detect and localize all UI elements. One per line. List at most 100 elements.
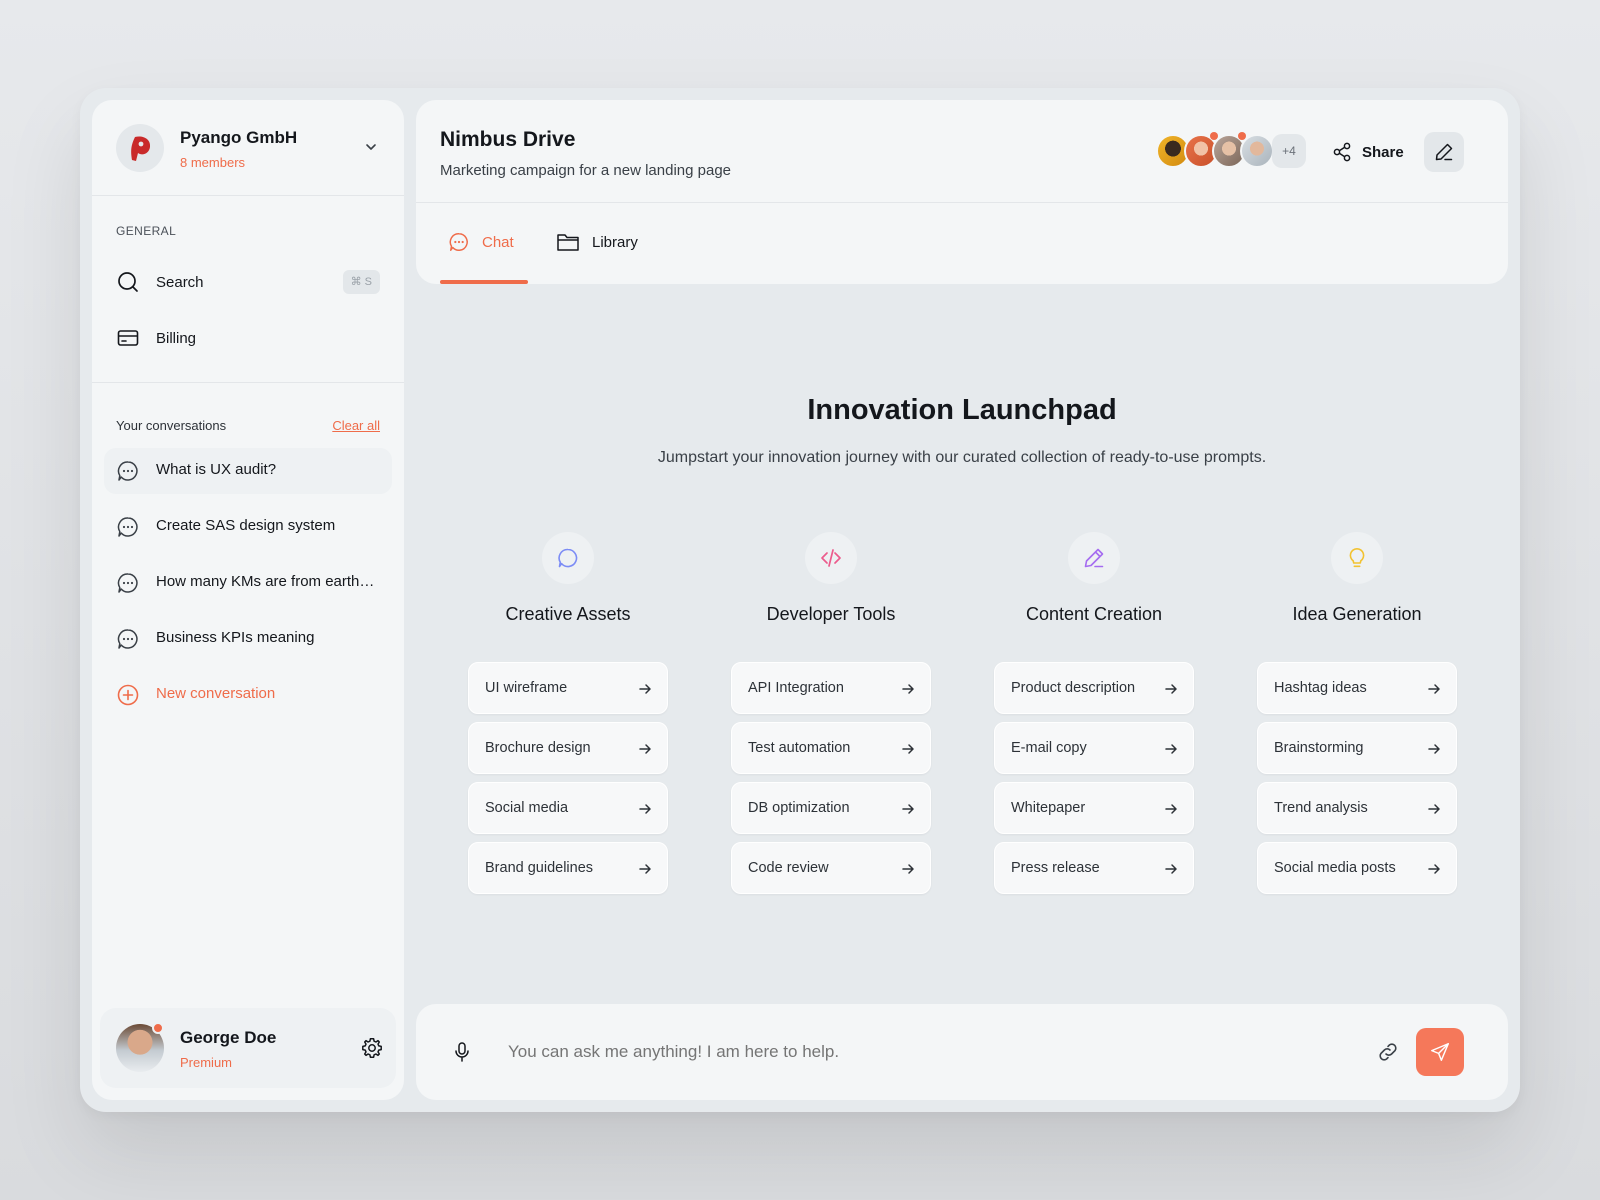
message-composer: [416, 1004, 1508, 1100]
conversation-item[interactable]: How many KMs are from earth t...: [104, 560, 392, 606]
user-profile-card[interactable]: George Doe Premium: [100, 1008, 396, 1088]
tab-library[interactable]: Library: [556, 226, 638, 258]
prompt-button[interactable]: Trend analysis: [1257, 782, 1457, 834]
tab-label: Library: [592, 233, 638, 251]
prompt-button[interactable]: Brand guidelines: [468, 842, 668, 894]
conversation-label: Business KPIs meaning: [156, 629, 315, 646]
lightbulb-icon: [1331, 532, 1383, 584]
section-label-general: GENERAL: [116, 224, 177, 238]
gear-icon[interactable]: [360, 1036, 384, 1060]
prompt-label: Press release: [1011, 860, 1100, 876]
new-conversation-label: New conversation: [156, 685, 276, 702]
category-title: Idea Generation: [1292, 604, 1422, 624]
prompt-button[interactable]: Press release: [994, 842, 1194, 894]
arrow-right-icon: [902, 744, 914, 754]
prompt-button[interactable]: UI wireframe: [468, 662, 668, 714]
prompt-button[interactable]: Social media posts: [1257, 842, 1457, 894]
conversation-item[interactable]: Business KPIs meaning: [104, 616, 392, 662]
prompt-label: Product description: [1011, 680, 1136, 696]
arrow-right-icon: [902, 864, 914, 874]
conversation-item[interactable]: What is UX audit?: [104, 448, 392, 494]
user-plan-badge: Premium: [180, 1055, 233, 1070]
new-conversation-button[interactable]: New conversation: [104, 672, 392, 718]
arrow-right-icon: [1428, 684, 1440, 694]
arrow-right-icon: [639, 804, 651, 814]
prompt-label: UI wireframe: [485, 680, 568, 696]
arrow-right-icon: [1165, 684, 1177, 694]
prompt-button[interactable]: E-mail copy: [994, 722, 1194, 774]
arrow-right-icon: [1428, 804, 1440, 814]
link-icon[interactable]: [1376, 1040, 1400, 1064]
arrow-right-icon: [902, 804, 914, 814]
tab-label: Chat: [482, 233, 514, 251]
edit-button[interactable]: [1424, 132, 1464, 172]
category-title: Content Creation: [1025, 604, 1163, 624]
prompt-button[interactable]: Brainstorming: [1257, 722, 1457, 774]
prompt-button[interactable]: Hashtag ideas: [1257, 662, 1457, 714]
send-button[interactable]: [1416, 1028, 1464, 1076]
arrow-right-icon: [1428, 744, 1440, 754]
prompt-button[interactable]: Test automation: [731, 722, 931, 774]
prompt-label: Social media: [485, 800, 569, 816]
sidebar-item-label: Search: [156, 273, 204, 291]
arrow-right-icon: [639, 744, 651, 754]
prompt-button[interactable]: Social media: [468, 782, 668, 834]
prompt-button[interactable]: DB optimization: [731, 782, 931, 834]
share-label: Share: [1362, 143, 1404, 161]
launchpad-subtitle: Jumpstart your innovation journey with o…: [657, 449, 1267, 466]
shortcut-badge: ⌘ S: [342, 270, 380, 294]
arrow-right-icon: [1165, 864, 1177, 874]
member-avatars[interactable]: +4: [1156, 132, 1306, 168]
arrow-right-icon: [1428, 864, 1440, 874]
prompt-label: Code review: [748, 860, 829, 876]
org-logo: [116, 124, 164, 172]
chat-bubble-icon: [542, 532, 594, 584]
prompt-label: Brand guidelines: [485, 860, 594, 876]
send-icon: [1431, 1043, 1449, 1061]
share-button[interactable]: Share: [1332, 138, 1404, 166]
prompt-button[interactable]: Product description: [994, 662, 1194, 714]
divider: [416, 202, 1508, 203]
microphone-icon[interactable]: [450, 1040, 474, 1064]
folder-icon: [557, 234, 579, 251]
org-switcher[interactable]: Pyango GmbH 8 members: [92, 100, 404, 196]
pencil-icon: [1435, 143, 1453, 161]
active-tab-indicator: [440, 280, 528, 284]
sidebar-item-billing[interactable]: Billing: [104, 316, 392, 360]
prompt-label: DB optimization: [748, 800, 850, 816]
category-title: Developer Tools: [766, 604, 896, 624]
prompt-button[interactable]: API Integration: [731, 662, 931, 714]
sidebar: Pyango GmbH 8 members GENERAL Search ⌘ S…: [92, 100, 404, 1100]
clear-all-link[interactable]: Clear all: [332, 418, 380, 433]
user-name: George Doe: [180, 1028, 277, 1047]
prompt-label: Brainstorming: [1274, 740, 1364, 756]
chat-bubble-icon: [117, 629, 138, 649]
status-indicator: [152, 1022, 164, 1034]
prompt-label: Test automation: [748, 740, 851, 756]
category-title: Creative Assets: [505, 604, 631, 624]
prompt-button[interactable]: Code review: [731, 842, 931, 894]
prompt-button[interactable]: Whitepaper: [994, 782, 1194, 834]
conversation-label: How many KMs are from earth t...: [156, 573, 378, 590]
chevron-down-icon[interactable]: [364, 140, 378, 154]
sidebar-item-search[interactable]: Search ⌘ S: [104, 260, 392, 304]
page-title: Nimbus Drive: [440, 128, 576, 151]
prompt-label: E-mail copy: [1011, 740, 1087, 756]
code-icon: [805, 532, 857, 584]
launchpad-title: Innovation Launchpad: [807, 394, 1117, 426]
prompt-label: Whitepaper: [1011, 800, 1086, 816]
page-subtitle: Marketing campaign for a new landing pag…: [440, 162, 732, 179]
message-input[interactable]: [508, 1034, 1328, 1070]
avatar: [1240, 134, 1274, 168]
divider: [92, 382, 404, 383]
sidebar-item-label: Billing: [156, 329, 197, 347]
tab-chat[interactable]: Chat: [448, 226, 514, 258]
conversations-heading: Your conversations: [116, 418, 227, 433]
conversation-item[interactable]: Create SAS design system: [104, 504, 392, 550]
prompt-label: Brochure design: [485, 740, 591, 756]
arrow-right-icon: [639, 864, 651, 874]
extra-members-count: +4: [1272, 134, 1306, 168]
prompt-button[interactable]: Brochure design: [468, 722, 668, 774]
org-member-count: 8 members: [180, 155, 246, 170]
prompt-label: Trend analysis: [1274, 800, 1368, 816]
